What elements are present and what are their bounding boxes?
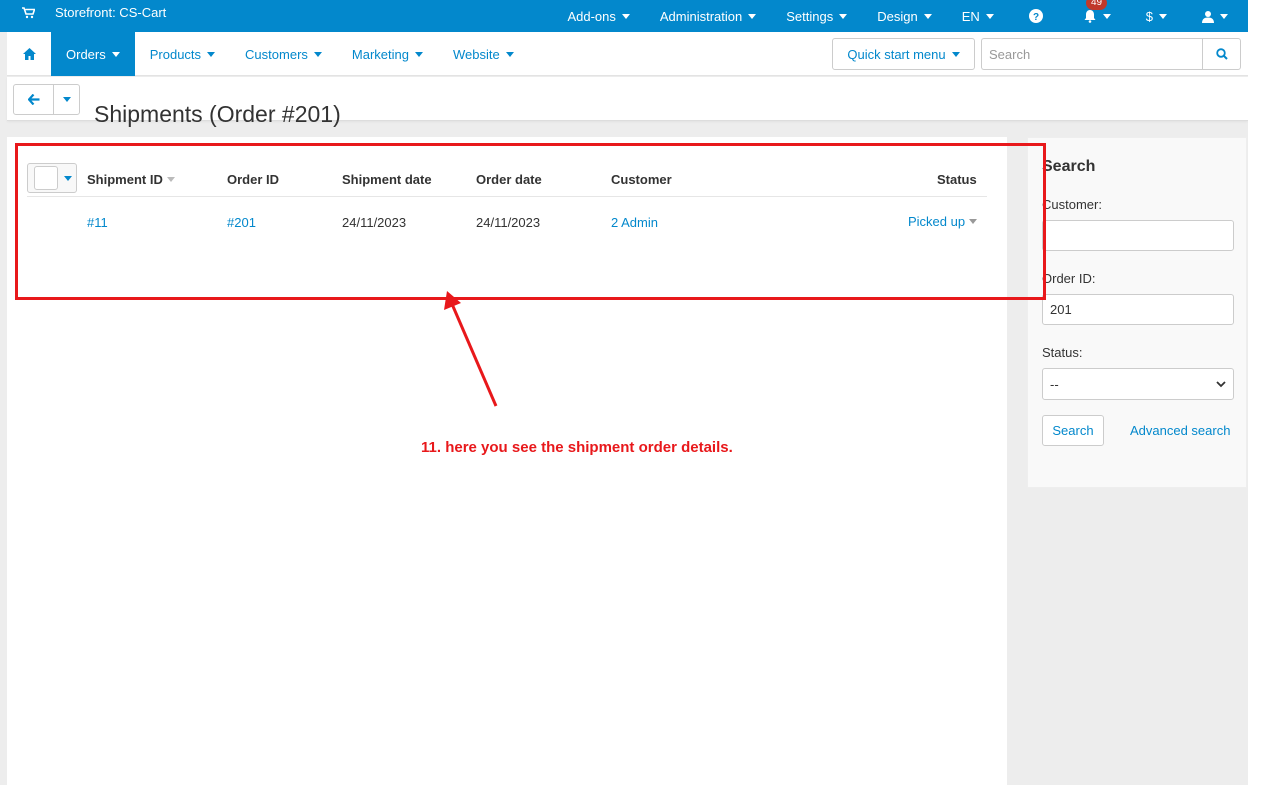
caret-down-icon xyxy=(748,13,757,19)
advanced-search-link[interactable]: Advanced search xyxy=(1130,423,1230,438)
title-bar: Shipments (Order #201) xyxy=(7,77,1248,127)
tab-customers-label: Customers xyxy=(245,46,308,62)
status-dropdown[interactable]: Picked up xyxy=(908,196,978,246)
tab-website-label: Website xyxy=(452,46,500,62)
storefront-brand[interactable]: Storefront: CS-Cart xyxy=(22,5,166,20)
caret-down-icon xyxy=(621,13,630,19)
currency-label: $ xyxy=(1145,8,1153,24)
table-header: Shipment ID Order ID Shipment date Order… xyxy=(27,161,987,197)
status-select[interactable]: -- xyxy=(1042,368,1234,400)
bell-icon xyxy=(1084,10,1096,23)
caret-down-icon xyxy=(1159,13,1167,19)
chevron-down-icon xyxy=(1216,380,1226,387)
tab-orders-label: Orders xyxy=(66,46,106,62)
user-icon xyxy=(1202,10,1214,23)
sidebar-title: Search xyxy=(1042,158,1096,175)
global-search-button[interactable] xyxy=(1202,38,1241,70)
back-button[interactable] xyxy=(13,84,54,115)
home-icon xyxy=(22,48,36,60)
header-order-date: Order date xyxy=(476,171,542,187)
caret-down-icon xyxy=(1220,13,1228,19)
tab-marketing-label: Marketing xyxy=(351,46,409,62)
caret-down-icon xyxy=(207,51,216,57)
search-sidebar: Search Customer: Order ID: Status: -- Se… xyxy=(1027,137,1247,488)
caret-down-icon xyxy=(111,51,120,57)
table-row: #11 #201 24/11/2023 24/11/2023 2 Admin P… xyxy=(27,197,987,247)
caret-down-icon xyxy=(969,218,978,224)
svg-text:?: ? xyxy=(1033,12,1039,23)
menu-design-label: Design xyxy=(877,8,918,24)
help-button[interactable]: ? xyxy=(1009,0,1063,32)
caret-down-icon xyxy=(62,97,71,102)
menu-addons-label: Add-ons xyxy=(567,8,616,24)
quick-start-label: Quick start menu xyxy=(847,46,946,62)
select-all-checkbox-dropdown[interactable] xyxy=(27,163,77,193)
top-bar: Storefront: CS-Cart Add-ons Administrati… xyxy=(0,0,1248,32)
caret-down-icon xyxy=(64,175,72,181)
tab-marketing[interactable]: Marketing xyxy=(337,32,438,76)
order-id-input[interactable] xyxy=(1042,294,1234,325)
order-id-label: Order ID: xyxy=(1042,271,1096,286)
search-icon xyxy=(1215,48,1228,60)
status-filter-label: Status: xyxy=(1042,345,1083,360)
header-customer: Customer xyxy=(611,171,672,187)
main-nav: Orders Products Customers Marketing Webs… xyxy=(7,32,1248,76)
caret-down-icon xyxy=(414,51,423,57)
tab-products[interactable]: Products xyxy=(135,32,230,76)
global-search-input[interactable] xyxy=(981,38,1202,70)
caret-down-icon xyxy=(923,13,932,19)
caret-down-icon xyxy=(313,51,322,57)
notifications-badge: 49 xyxy=(1086,0,1108,10)
caret-down-icon xyxy=(839,13,848,19)
user-menu[interactable] xyxy=(1182,0,1248,32)
tab-customers[interactable]: Customers xyxy=(230,32,337,76)
shipments-table: Shipment ID Order ID Shipment date Order… xyxy=(27,161,987,247)
header-shipment-id[interactable]: Shipment ID xyxy=(87,161,175,197)
storefront-label: Storefront: CS-Cart xyxy=(55,5,167,20)
cart-icon xyxy=(22,6,35,18)
menu-administration[interactable]: Administration xyxy=(645,0,771,32)
caret-down-icon xyxy=(951,51,960,57)
menu-language-label: EN xyxy=(961,8,980,24)
header-shipment-id-label: Shipment ID xyxy=(87,171,163,187)
menu-currency[interactable]: $ xyxy=(1131,0,1182,32)
caret-down-icon xyxy=(1102,13,1111,19)
customer-link[interactable]: 2 Admin xyxy=(611,197,658,247)
arrow-left-icon xyxy=(27,94,39,105)
quick-start-menu-button[interactable]: Quick start menu xyxy=(832,38,975,70)
menu-settings-label: Settings xyxy=(786,8,834,24)
caret-down-icon xyxy=(505,51,514,57)
main-content: Shipment ID Order ID Shipment date Order… xyxy=(7,137,1007,785)
back-dropdown-button[interactable] xyxy=(53,84,80,115)
caret-down-icon xyxy=(985,13,994,19)
order-date: 24/11/2023 xyxy=(476,214,541,230)
sort-caret-icon xyxy=(166,176,175,182)
menu-addons[interactable]: Add-ons xyxy=(552,0,644,32)
right-gutter xyxy=(1248,0,1264,785)
menu-administration-label: Administration xyxy=(659,8,743,24)
customer-input[interactable] xyxy=(1042,220,1234,251)
status-label: Picked up xyxy=(908,213,966,229)
header-order-id: Order ID xyxy=(227,171,280,187)
header-status: Status xyxy=(937,171,977,187)
status-select-value: -- xyxy=(1050,376,1059,392)
order-id-link[interactable]: #201 xyxy=(227,197,256,247)
annotation-text: 11. here you see the shipment order deta… xyxy=(421,439,733,456)
menu-language[interactable]: EN xyxy=(947,0,1009,32)
customer-label: Customer: xyxy=(1042,197,1102,212)
question-circle-icon: ? xyxy=(1028,9,1043,23)
menu-settings[interactable]: Settings xyxy=(771,0,862,32)
shipment-id-link[interactable]: #11 xyxy=(87,197,108,247)
page-title: Shipments (Order #201) xyxy=(94,101,341,128)
tab-products-label: Products xyxy=(149,46,202,62)
tab-orders[interactable]: Orders xyxy=(51,32,135,76)
menu-design[interactable]: Design xyxy=(862,0,946,32)
sidebar-search-button[interactable]: Search xyxy=(1042,415,1104,446)
select-all-checkbox[interactable] xyxy=(34,166,58,190)
home-button[interactable] xyxy=(7,32,51,76)
global-search xyxy=(981,38,1241,70)
shipment-date: 24/11/2023 xyxy=(342,214,407,230)
header-shipment-date: Shipment date xyxy=(342,171,432,187)
tab-website[interactable]: Website xyxy=(438,32,529,76)
